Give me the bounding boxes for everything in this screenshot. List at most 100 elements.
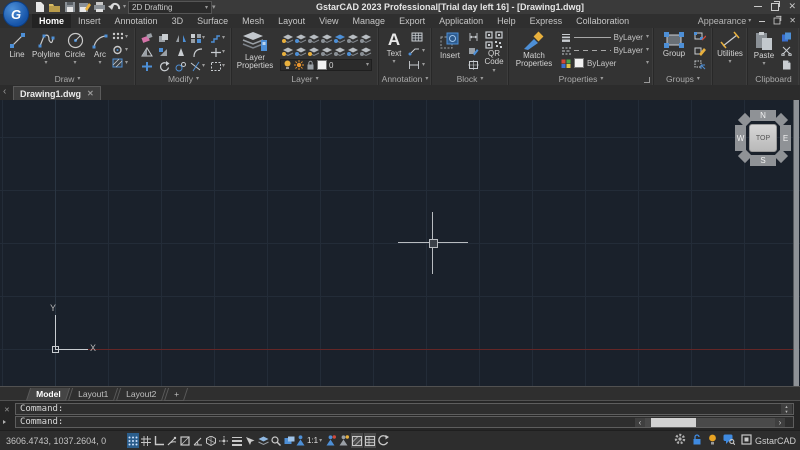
lineweight-selector[interactable]: ByLayer ▾	[561, 31, 649, 43]
layer-current-icon[interactable]	[334, 32, 346, 44]
hatch-preview-toggle-icon[interactable]	[351, 433, 364, 448]
undo-icon[interactable]	[108, 1, 121, 13]
open-folder-icon[interactable]	[48, 1, 61, 13]
drawing-canvas[interactable]: Y X N S W E TOP	[0, 100, 800, 386]
polar-toggle-icon[interactable]	[166, 433, 178, 448]
viewcube-top-face[interactable]: TOP	[749, 124, 777, 152]
layer-unisolate-icon[interactable]	[321, 45, 333, 57]
cut-icon[interactable]	[781, 46, 792, 56]
dynamic-input-icon[interactable]	[283, 433, 295, 448]
groups-panel-label[interactable]: Groups ▾	[654, 74, 712, 84]
tab-layout[interactable]: Layout	[271, 14, 312, 28]
stretch-icon[interactable]	[139, 46, 154, 58]
appearance-dropdown[interactable]: Appearance ▾	[698, 16, 752, 26]
annotation-scale-control[interactable]: 1:1 ▾	[296, 433, 324, 448]
block-edit-icon[interactable]	[468, 46, 479, 56]
canvas-vertical-scrollbar[interactable]	[793, 100, 799, 386]
feedback-chat-icon[interactable]	[723, 434, 735, 445]
text-button[interactable]: A Text ▾	[382, 30, 406, 65]
annotation-autoscale-icon[interactable]	[338, 433, 350, 448]
trim-icon[interactable]: ▾	[190, 60, 205, 72]
layer-unlock-icon[interactable]	[308, 45, 320, 57]
layer-walk-icon[interactable]	[334, 45, 346, 57]
line-button[interactable]: Line	[4, 31, 30, 59]
rect-array-button[interactable]: ▾	[112, 32, 128, 42]
tab-3d[interactable]: 3D	[165, 14, 191, 28]
command-input-row[interactable]: Command: ‹ ›	[15, 416, 794, 428]
rotate-icon[interactable]	[156, 60, 171, 72]
lightbulb-icon[interactable]	[708, 434, 717, 445]
undo-dropdown-icon[interactable]: ▾	[123, 4, 126, 10]
tab-application[interactable]: Application	[432, 14, 490, 28]
qr-code-button[interactable]: QR Code ▾	[482, 31, 506, 74]
osnap-toggle-icon[interactable]	[179, 433, 191, 448]
paste-button[interactable]: Paste ▾	[751, 31, 777, 67]
viewcube-east[interactable]: E	[780, 125, 791, 151]
copy-clip-icon[interactable]	[781, 32, 792, 42]
tab-layout1[interactable]: Layout1	[67, 388, 119, 401]
tab-layout2[interactable]: Layout2	[115, 388, 167, 401]
layer-isolate-icon[interactable]	[295, 32, 307, 44]
quick-properties-toggle-icon[interactable]	[364, 433, 377, 448]
ungroup-icon[interactable]	[694, 32, 706, 42]
erase-icon[interactable]	[139, 32, 154, 44]
block-panel-label[interactable]: Block ▾	[432, 74, 508, 84]
layer-off-icon[interactable]	[282, 32, 294, 44]
tab-export[interactable]: Export	[392, 14, 432, 28]
circle-button[interactable]: Circle ▾	[62, 31, 88, 66]
block-attach-icon[interactable]	[468, 32, 479, 42]
command-close-icon[interactable]: ✕	[4, 407, 10, 414]
layer-merge-icon[interactable]	[347, 45, 359, 57]
viewcube[interactable]: N S W E TOP	[735, 110, 791, 166]
minimize-button[interactable]	[754, 6, 763, 7]
leader-tool-icon[interactable]: ▾	[408, 46, 425, 56]
scroll-right-icon[interactable]: ›	[775, 418, 785, 427]
layer-on-icon[interactable]	[282, 45, 294, 57]
copy-with-basepoint-icon[interactable]	[781, 60, 792, 70]
document-tab-close-icon[interactable]: ✕	[87, 89, 94, 98]
viewcube-south[interactable]: S	[750, 155, 776, 166]
hscroll-track[interactable]	[645, 418, 775, 427]
properties-panel-label[interactable]: Properties ▾	[509, 74, 653, 84]
lineweight-toggle-icon[interactable]	[231, 433, 243, 448]
group-edit-icon[interactable]	[694, 46, 706, 56]
snap-toggle-icon[interactable]	[127, 433, 139, 448]
annotation-visibility-icon[interactable]	[325, 433, 337, 448]
layer-properties-button[interactable]: Layer Properties	[234, 31, 276, 71]
copy-icon[interactable]	[156, 32, 171, 44]
save-icon[interactable]	[63, 1, 76, 13]
polyline-button[interactable]: Polyline ▾	[31, 31, 61, 66]
tab-home[interactable]: Home	[32, 14, 72, 28]
save-as-icon[interactable]	[78, 1, 91, 13]
close-button[interactable]: ✕	[788, 2, 796, 11]
offset-icon[interactable]: ▾	[210, 32, 225, 44]
tab-annotation[interactable]: Annotation	[108, 14, 165, 28]
dimension-tool-icon[interactable]: ▾	[408, 60, 425, 70]
restore-button[interactable]	[771, 0, 781, 11]
layer-match-icon[interactable]	[347, 32, 359, 44]
new-file-icon[interactable]	[33, 1, 46, 13]
tab-manage[interactable]: Manage	[346, 14, 393, 28]
match-properties-button[interactable]: Match Properties	[512, 31, 556, 69]
selection-cycling-icon[interactable]	[244, 433, 256, 448]
otrack-toggle-icon[interactable]	[218, 433, 230, 448]
table-tool-icon[interactable]	[408, 32, 425, 42]
layer-prev-icon[interactable]	[360, 32, 372, 44]
layer-selector[interactable]: 0 ▾	[280, 59, 372, 71]
explode-icon[interactable]: ▾	[210, 60, 225, 72]
array-icon[interactable]: ▾	[190, 32, 205, 44]
gear-icon[interactable]	[674, 433, 686, 445]
lengthen-icon[interactable]: ▾	[210, 46, 225, 58]
osnap-3d-toggle-icon[interactable]	[205, 433, 217, 448]
donut-button[interactable]: ▾	[112, 45, 128, 55]
arc-button[interactable]: Arc ▾	[89, 31, 111, 66]
tab-mesh[interactable]: Mesh	[235, 14, 271, 28]
command-vertical-scroll[interactable]: ▲ ▼	[781, 404, 792, 414]
scroll-down-icon[interactable]: ▼	[781, 409, 792, 414]
tab-model[interactable]: Model	[25, 388, 71, 401]
print-icon[interactable]	[93, 1, 106, 13]
layer-freeze-icon[interactable]	[308, 32, 320, 44]
linetype-selector[interactable]: ByLayer ▾	[561, 44, 649, 56]
tab-surface[interactable]: Surface	[190, 14, 235, 28]
modify-panel-label[interactable]: Modify ▾	[136, 74, 231, 84]
